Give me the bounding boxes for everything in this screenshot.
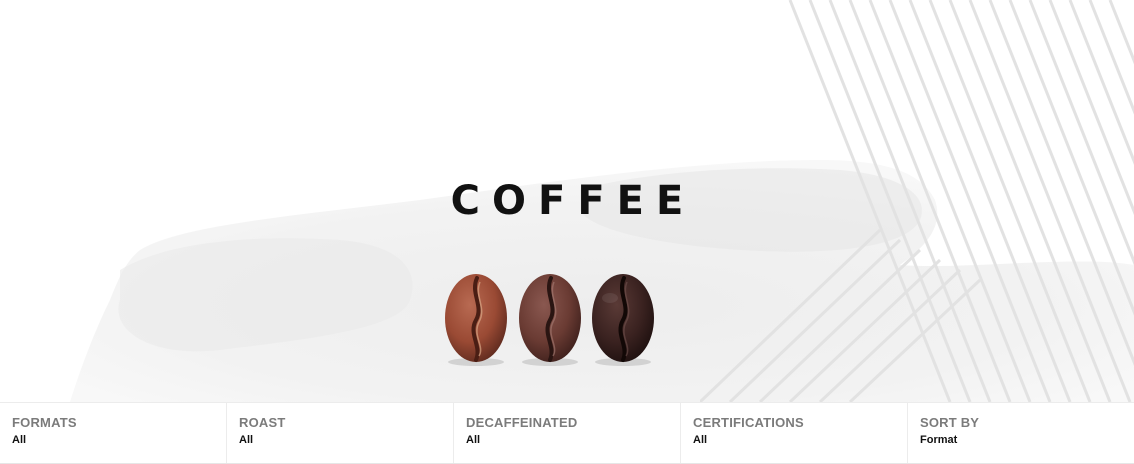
filter-label: CERTIFICATIONS bbox=[693, 415, 804, 430]
filter-label: DECAFFEINATED bbox=[466, 415, 578, 430]
light-roast-bean bbox=[445, 274, 507, 362]
dark-roast-bean bbox=[592, 274, 654, 362]
filter-formats[interactable]: FORMATS All bbox=[0, 403, 227, 463]
filter-value: All bbox=[239, 434, 254, 446]
filter-label: SORT BY bbox=[920, 415, 980, 430]
filter-value: All bbox=[466, 434, 481, 446]
hero-banner: COFFEE bbox=[0, 0, 1134, 402]
filter-roast[interactable]: ROAST All bbox=[227, 403, 454, 463]
coffee-beans-image bbox=[445, 274, 654, 366]
filter-bar: FORMATS All ROAST All DECAFFEINATED All … bbox=[0, 402, 1134, 464]
medium-roast-bean bbox=[519, 274, 581, 362]
filter-certifications[interactable]: CERTIFICATIONS All bbox=[681, 403, 908, 463]
filter-value: Format bbox=[920, 434, 958, 446]
filter-sort-by[interactable]: SORT BY Format bbox=[908, 403, 1134, 463]
page-title: COFFEE bbox=[450, 178, 696, 224]
filter-decaffeinated[interactable]: DECAFFEINATED All bbox=[454, 403, 681, 463]
filter-label: FORMATS bbox=[12, 415, 77, 430]
filter-value: All bbox=[693, 434, 708, 446]
filter-label: ROAST bbox=[239, 415, 286, 430]
filter-value: All bbox=[12, 434, 27, 446]
